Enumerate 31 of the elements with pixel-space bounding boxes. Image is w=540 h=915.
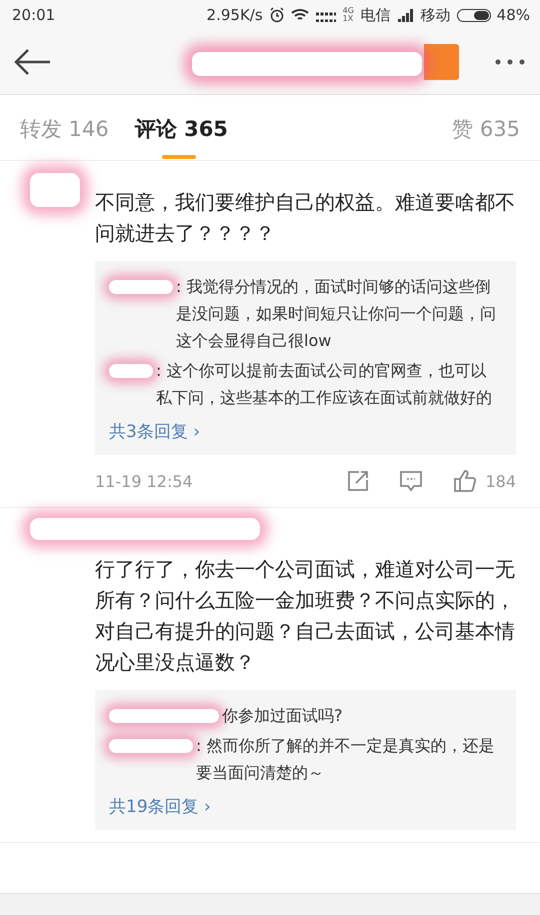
like-icon[interactable] (453, 469, 478, 493)
redaction-mark (30, 173, 80, 207)
back-icon[interactable] (14, 48, 52, 76)
signal-icon (396, 8, 415, 22)
comment-text: 行了行了，你去一个公司面试，难道对公司一无所有？问什么五险一金加班费？不问点实际的，对自己有提升的问题？自己去面试，公司基本情况心里没点逼数？ (95, 556, 516, 676)
wifi-icon (290, 8, 309, 22)
carrier-name: 电信 (360, 6, 391, 24)
like-count: 184 (485, 472, 516, 490)
reply-text: : 然而你所了解的并不一定是真实的，还是要当面问清楚的～ (196, 735, 496, 784)
more-replies-link[interactable]: 共19条回复 › (109, 795, 211, 818)
share-icon[interactable] (347, 470, 370, 492)
clock-time: 20:01 (12, 6, 56, 24)
battery-icon (456, 8, 491, 22)
carrier-name: 移动 (420, 6, 451, 24)
alarm-icon (268, 7, 285, 23)
network-type: 4G 1X (342, 7, 355, 23)
reply-text: : 这个你可以提前去面试公司的官网查，也可以私下问，这些基本的工作应该在面试前就做好的 (156, 360, 493, 409)
more-replies-link[interactable]: 共3条回复 › (109, 420, 200, 443)
more-icon[interactable] (494, 58, 526, 66)
comment-time: 11-19 12:54 (95, 472, 194, 490)
comment-text: 不同意，我们要维护自己的权益。难道要啥都不问就进去了？？？？ (95, 189, 516, 247)
network-speed: 2.95K/s (206, 6, 263, 24)
redaction-mark (109, 280, 173, 294)
tab[interactable]: 赞 635 (452, 95, 520, 159)
redaction-mark (109, 364, 153, 378)
tab[interactable]: 转发 146 (20, 95, 109, 159)
reply-text: : 我觉得分情况的，面试时间够的话问这些倒是没问题，如果时间短只让你问一个问题，问这个会显得自己很low (176, 276, 497, 352)
battery-percent: 48% (496, 6, 530, 24)
comment-icon[interactable] (399, 470, 424, 492)
tab[interactable]: 评论 365 (134, 95, 228, 159)
reply-text: 你参加过面试吗? (222, 705, 344, 727)
